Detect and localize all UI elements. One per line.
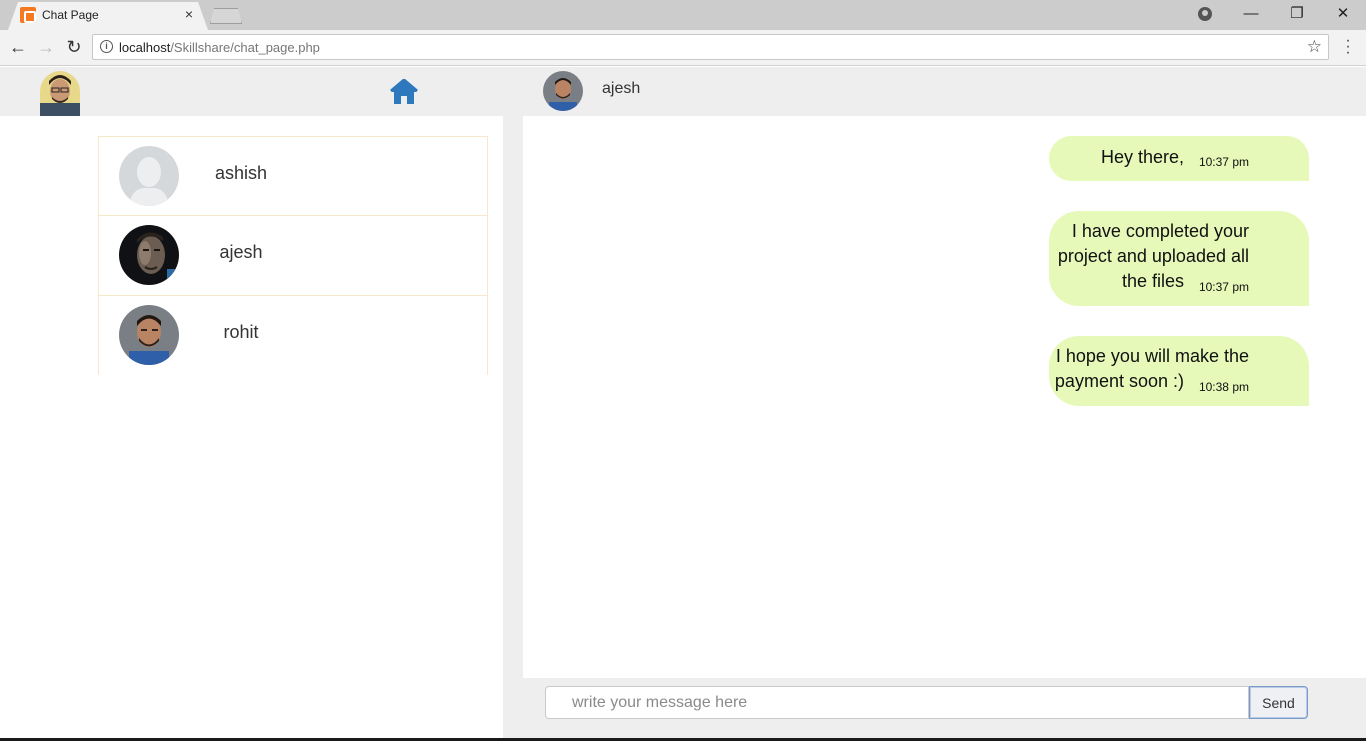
home-icon[interactable] bbox=[390, 78, 418, 105]
user-list-item-ashish[interactable]: ashish bbox=[98, 136, 488, 216]
send-button[interactable]: Send bbox=[1249, 686, 1308, 719]
message-input[interactable] bbox=[545, 686, 1249, 719]
current-contact-name: ajesh bbox=[602, 80, 641, 97]
browser-toolbar: ← → ↻ i localhost/Skillshare/chat_page.p… bbox=[0, 30, 1366, 66]
browser-tab[interactable] bbox=[8, 2, 208, 30]
message-bubble: I have completed your project and upload… bbox=[1049, 211, 1309, 306]
message-bubble: I hope you will make the payment soon :)… bbox=[1049, 336, 1309, 406]
chat-topbar: ajesh bbox=[0, 67, 1366, 117]
user-name: rohit bbox=[223, 322, 259, 342]
browser-tabstrip: Chat Page × — ❐ ✕ bbox=[0, 0, 1366, 30]
message-text: Hey there, bbox=[1101, 145, 1184, 170]
url-host: localhost bbox=[119, 40, 171, 55]
message-line: I have completed your bbox=[1071, 221, 1249, 241]
message-line: I hope you will make the bbox=[1055, 346, 1249, 366]
placeholder-avatar-icon bbox=[119, 146, 179, 206]
message-composer: Send bbox=[523, 678, 1366, 738]
message-timestamp: 10:37 pm bbox=[1198, 280, 1249, 294]
bookmark-star-icon[interactable]: ☆ bbox=[1307, 37, 1322, 57]
message-timestamp: 10:38 pm bbox=[1198, 380, 1249, 394]
user-avatar bbox=[119, 305, 179, 365]
address-bar[interactable]: i localhost/Skillshare/chat_page.php ☆ bbox=[92, 34, 1329, 60]
reload-icon[interactable]: ↻ bbox=[64, 37, 84, 57]
new-tab-button[interactable] bbox=[210, 8, 242, 24]
user-name: ajesh bbox=[219, 242, 263, 262]
message-timestamp: 10:37 pm bbox=[1198, 155, 1249, 169]
current-contact-avatar[interactable] bbox=[543, 71, 583, 111]
contacts-panel: ashish ajesh rohit bbox=[0, 116, 503, 738]
url-path: /Skillshare/chat_page.php bbox=[170, 40, 320, 55]
minimize-button[interactable]: — bbox=[1228, 3, 1274, 27]
my-profile-avatar[interactable] bbox=[40, 71, 80, 117]
user-name: ashish bbox=[214, 163, 268, 183]
message-bubble: Hey there, 10:37 pm bbox=[1049, 136, 1309, 181]
browser-menu-icon[interactable]: · · · bbox=[1342, 33, 1354, 61]
back-arrow-icon[interactable]: ← bbox=[8, 37, 28, 57]
message-line: Hey there, bbox=[1100, 147, 1184, 167]
account-icon[interactable] bbox=[1198, 7, 1212, 21]
user-list-item-rohit[interactable]: rohit bbox=[98, 296, 488, 375]
chat-messages-panel: Hey there, 10:37 pm I have completed you… bbox=[523, 116, 1366, 678]
user-list-item-ajesh[interactable]: ajesh bbox=[98, 216, 488, 296]
user-avatar bbox=[119, 225, 179, 285]
info-icon[interactable]: i bbox=[100, 40, 113, 53]
xampp-favicon-icon bbox=[20, 7, 36, 23]
tab-title[interactable]: Chat Page bbox=[42, 8, 99, 22]
url-text[interactable]: localhost/Skillshare/chat_page.php bbox=[119, 40, 320, 55]
close-window-button[interactable]: ✕ bbox=[1320, 3, 1366, 27]
forward-arrow-icon[interactable]: → bbox=[36, 37, 56, 57]
user-list: ashish ajesh rohit bbox=[98, 136, 488, 375]
chat-page: ajesh ashish ajesh rohit Hey there, 10:3… bbox=[0, 67, 1366, 738]
maximize-button[interactable]: ❐ bbox=[1274, 3, 1320, 27]
message-line: project and uploaded all bbox=[1057, 246, 1249, 266]
tab-close-icon[interactable]: × bbox=[182, 6, 196, 22]
